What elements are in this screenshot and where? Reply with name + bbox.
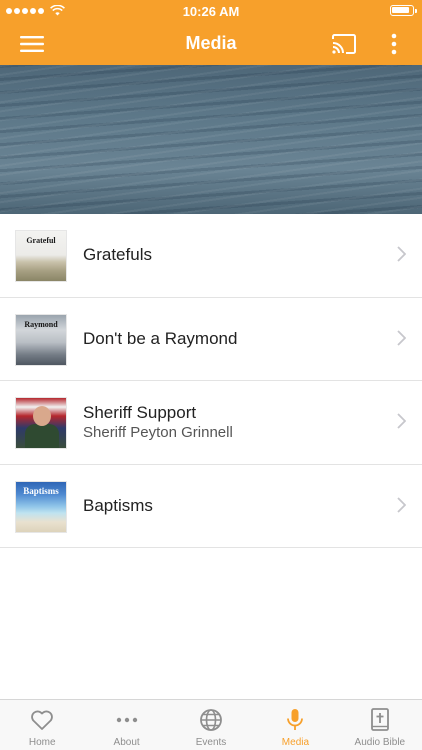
thumbnail-title: Raymond bbox=[24, 319, 58, 329]
vertical-ellipsis-icon bbox=[391, 33, 397, 54]
sheriff-thumbnail bbox=[15, 397, 67, 449]
tab-media[interactable]: Media bbox=[253, 700, 337, 750]
list-item-title: Baptisms bbox=[83, 495, 153, 515]
heart-icon bbox=[31, 710, 54, 730]
tab-home[interactable]: Home bbox=[0, 700, 84, 750]
list-item-dont-be-a-raymond[interactable]: Raymond Don't be a Raymond bbox=[0, 297, 422, 381]
cast-button[interactable] bbox=[322, 22, 366, 65]
thumbnail-title: Grateful bbox=[26, 236, 56, 245]
tab-about[interactable]: About bbox=[84, 700, 168, 750]
tab-label: About bbox=[113, 737, 140, 748]
grateful-thumbnail: Grateful bbox=[15, 230, 67, 282]
thumbnail-title: Baptisms bbox=[23, 485, 59, 496]
list-item-baptisms[interactable]: Baptisms Baptisms bbox=[0, 464, 422, 548]
tab-label: Media bbox=[281, 737, 310, 748]
globe-icon bbox=[200, 709, 222, 731]
battery-icon bbox=[390, 5, 417, 16]
header-banner-image bbox=[0, 65, 422, 214]
navigation-bar: Media bbox=[0, 22, 422, 65]
raymond-thumbnail: Raymond bbox=[15, 313, 67, 366]
bible-icon bbox=[370, 708, 389, 731]
tab-label: Audio Bible bbox=[354, 737, 406, 748]
cast-icon bbox=[332, 33, 356, 54]
ellipsis-icon bbox=[116, 717, 137, 723]
status-bar: 10:26 AM bbox=[0, 0, 422, 22]
list-item-sheriff-support[interactable]: Sheriff Support Sheriff Peyton Grinnell bbox=[0, 381, 422, 465]
tab-audio-bible[interactable]: Audio Bible bbox=[338, 700, 422, 750]
list-item-title: Gratefuls bbox=[83, 245, 152, 265]
chevron-right-icon bbox=[397, 329, 406, 346]
status-time: 10:26 AM bbox=[182, 4, 240, 19]
chevron-right-icon bbox=[397, 246, 406, 262]
tab-label: Events bbox=[195, 737, 227, 748]
list-item-subtitle: Sheriff Peyton Grinnell bbox=[83, 424, 233, 442]
tab-bar: Home About Events Media Audio Bible bbox=[0, 699, 422, 750]
chevron-right-icon bbox=[397, 413, 406, 429]
list-item-title: Don't be a Raymond bbox=[83, 328, 238, 348]
baptisms-thumbnail: Baptisms bbox=[15, 480, 67, 533]
more-options-button[interactable] bbox=[376, 22, 412, 65]
list-item-title: Sheriff Support bbox=[83, 403, 197, 423]
tab-label: Home bbox=[28, 737, 56, 748]
microphone-icon bbox=[287, 709, 304, 730]
chevron-right-icon bbox=[397, 496, 406, 513]
list-item-gratefuls[interactable]: Grateful Gratefuls bbox=[0, 214, 422, 298]
tab-events[interactable]: Events bbox=[169, 700, 253, 750]
media-list: Grateful Gratefuls Raymond Don't be a Ra… bbox=[0, 214, 422, 548]
